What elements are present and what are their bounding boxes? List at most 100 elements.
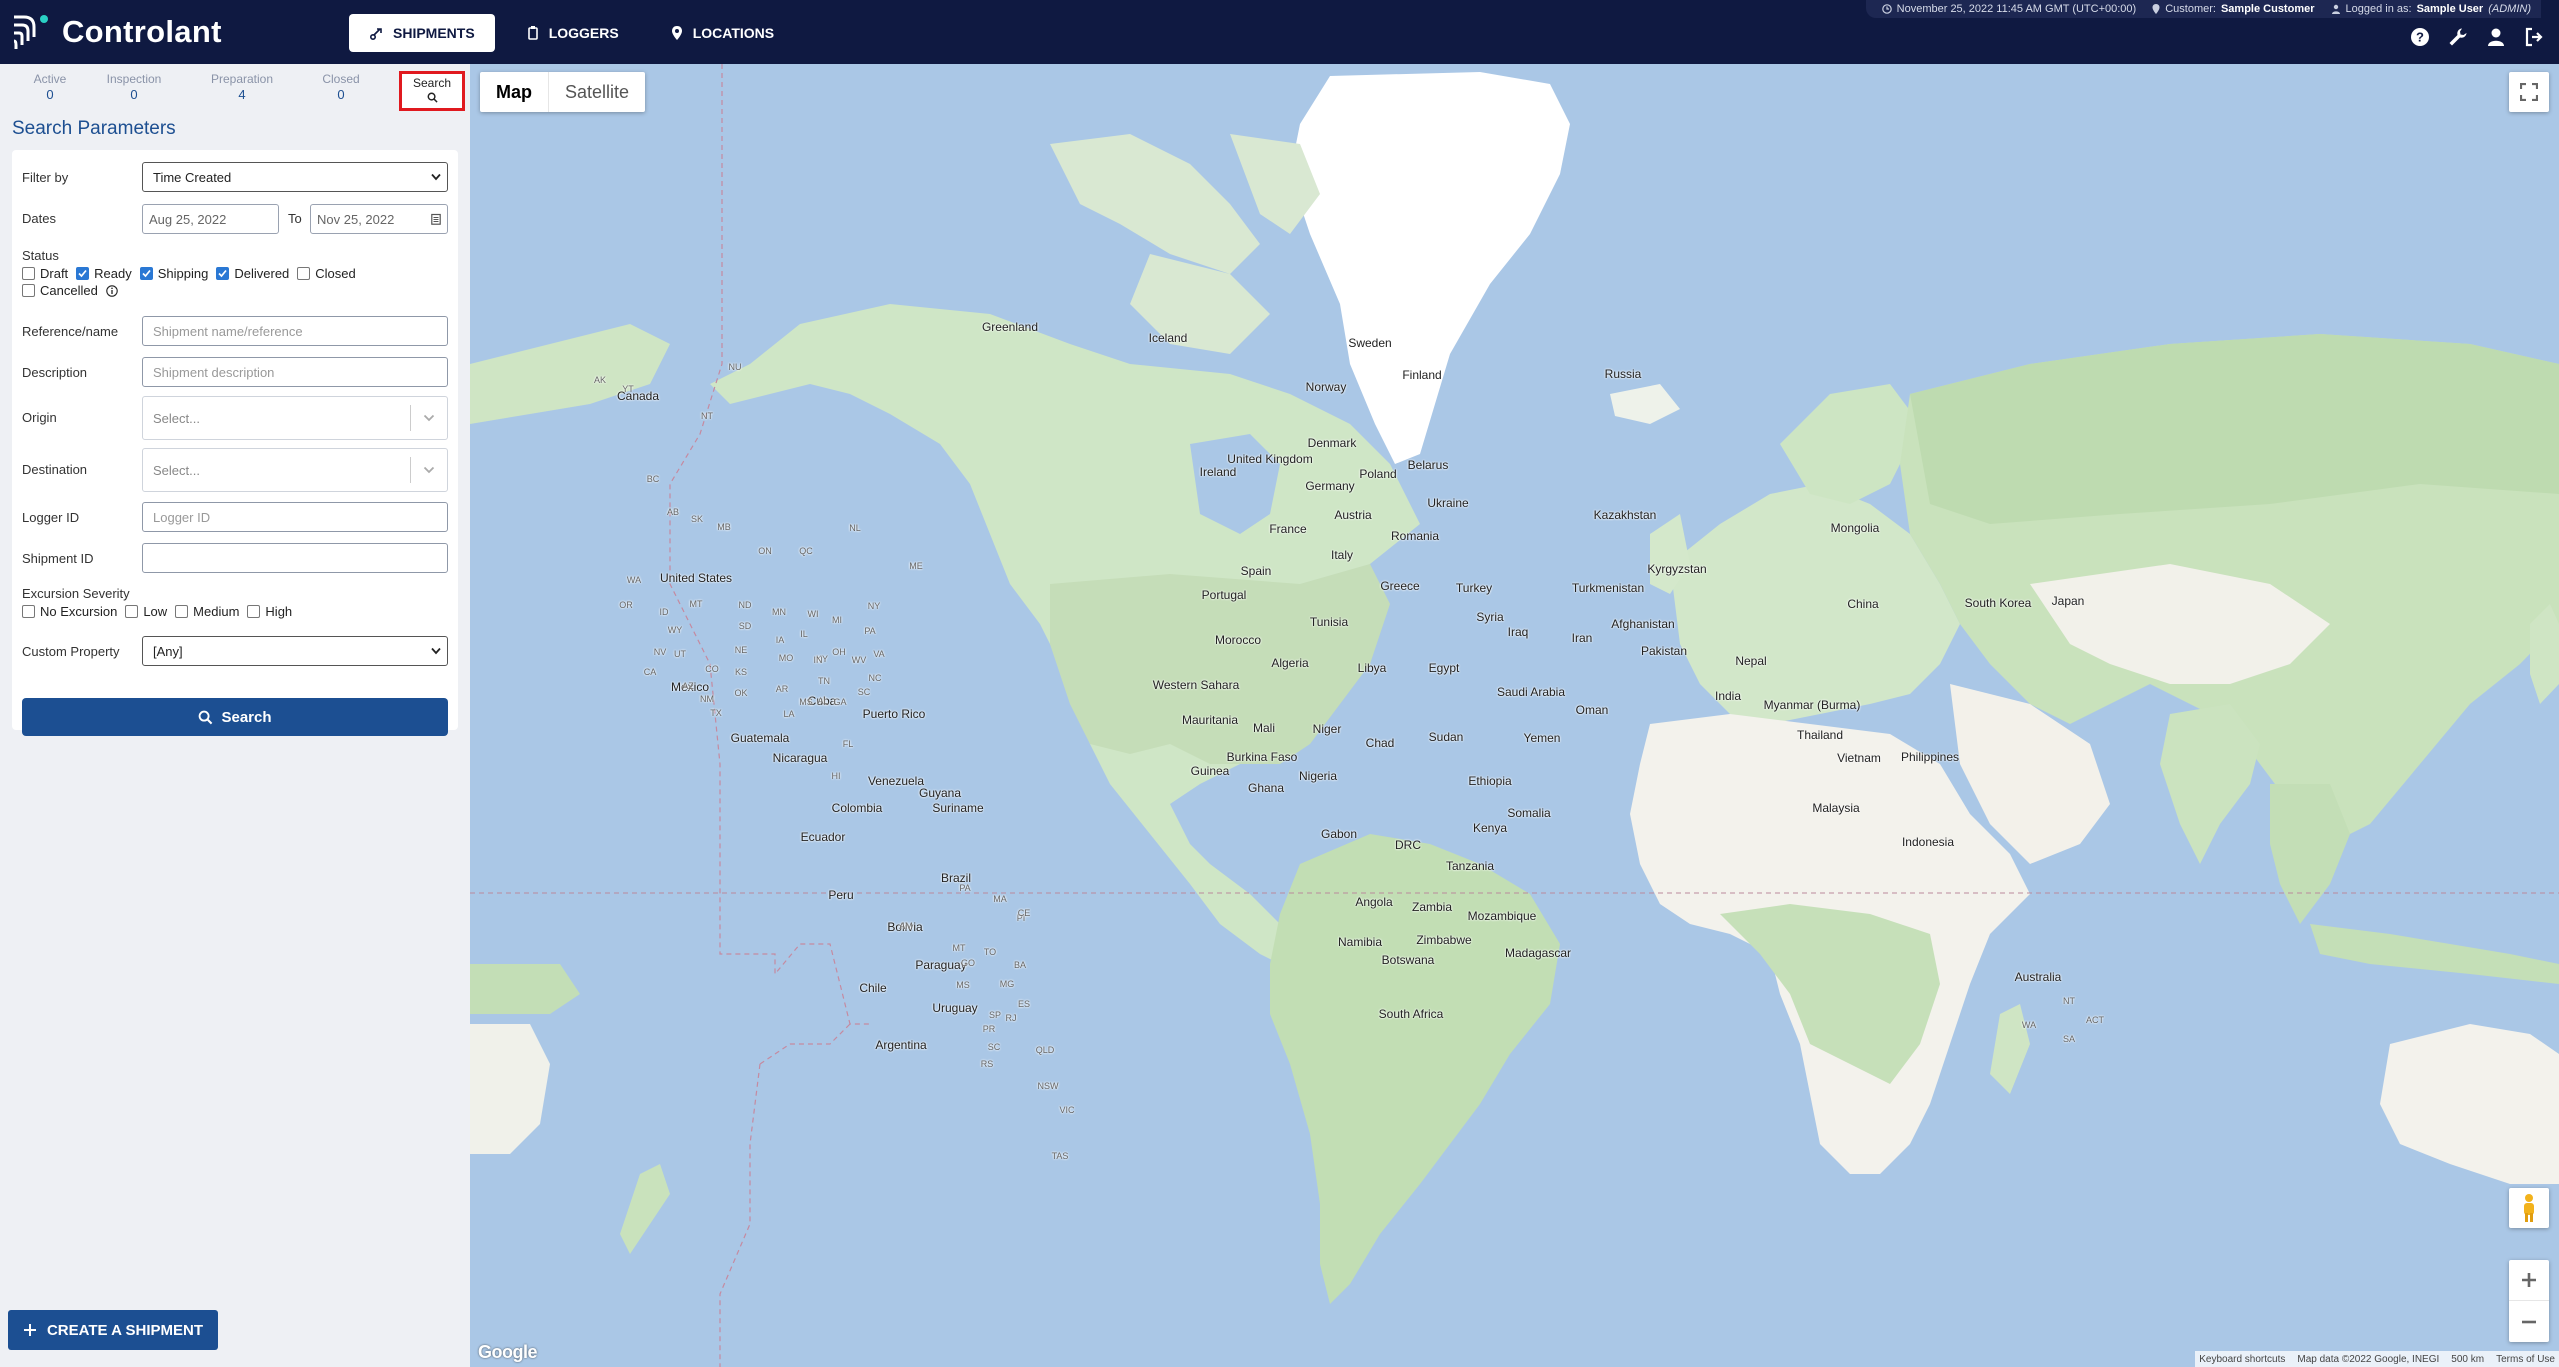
profile-button[interactable] <box>2485 26 2507 48</box>
map-country-label: Suriname <box>932 801 984 815</box>
destination-label: Destination <box>22 462 88 477</box>
map-country-label: Greenland <box>981 320 1039 334</box>
tab-preparation-count[interactable]: Preparation 4 <box>202 72 282 102</box>
excursion-medium-checkbox[interactable] <box>175 605 189 618</box>
tab-locations[interactable]: LOCATIONS <box>649 14 794 52</box>
map-region-label: NC <box>868 673 882 683</box>
tab-search[interactable]: Search <box>399 71 465 111</box>
map-country-label: Paraguay <box>915 958 967 972</box>
google-logo[interactable]: Google <box>478 1342 538 1363</box>
status-draft-checkbox[interactable] <box>22 267 35 280</box>
map-region-label: MO <box>778 653 794 663</box>
map-region-label: HI <box>831 771 841 781</box>
chevron-down-icon <box>431 173 441 181</box>
status-cancelled-checkbox[interactable] <box>22 284 35 297</box>
iceland <box>1610 384 1680 424</box>
map-country-label: Kenya <box>1472 821 1508 835</box>
map-scale[interactable]: 500 km <box>2451 1354 2484 1365</box>
filter-by-select[interactable]: Time Created <box>142 162 448 192</box>
excursion-none-checkbox[interactable] <box>22 605 35 618</box>
map-country-label: Greece <box>1380 579 1420 593</box>
date-from-input[interactable]: Aug 25, 2022 <box>142 204 279 234</box>
status-ready-checkbox[interactable] <box>76 267 90 280</box>
status-option-label: Ready <box>94 266 132 281</box>
fullscreen-icon <box>2520 83 2538 101</box>
map-region-label: OH <box>832 647 846 657</box>
map-region-label: SK <box>690 514 704 524</box>
map-country-label: Turkey <box>1455 581 1493 595</box>
arctic-islands <box>1050 134 1320 354</box>
destination-dropdown-toggle[interactable] <box>411 466 447 474</box>
info-icon[interactable] <box>106 284 118 297</box>
tab-inspection-count[interactable]: Inspection 0 <box>94 72 174 102</box>
map-country-label: South Africa <box>1378 1007 1444 1021</box>
map-region-label: QC <box>799 546 813 556</box>
street-view-pegman-button[interactable] <box>2509 1188 2549 1228</box>
tab-loggers[interactable]: LOGGERS <box>505 14 639 52</box>
map-region-label: NY <box>867 601 881 611</box>
map-region-label: BA <box>1013 960 1027 970</box>
logout-button[interactable] <box>2523 26 2545 48</box>
shipment-id-input[interactable] <box>142 543 448 573</box>
map-region-label: TX <box>710 708 722 718</box>
count-value: 0 <box>130 87 138 102</box>
date-line-south <box>719 1023 851 1367</box>
terms-of-use-link[interactable]: Terms of Use <box>2496 1354 2555 1365</box>
zoom-out-button[interactable] <box>2509 1301 2549 1342</box>
status-delivered-checkbox[interactable] <box>216 267 230 280</box>
help-button[interactable]: ? <box>2409 26 2431 48</box>
status-closed-checkbox[interactable] <box>297 267 311 280</box>
settings-button[interactable] <box>2447 26 2469 48</box>
logger-id-input[interactable]: Logger ID <box>142 502 448 532</box>
customer-status: Customer: Sample Customer <box>2152 3 2315 15</box>
shipments-map[interactable]: Greenland Iceland Canada United States Mexic… <box>470 64 2559 1367</box>
map-country-label: Ireland <box>1199 465 1237 479</box>
map-country-label: Chad <box>1365 736 1395 750</box>
chevron-down-icon <box>423 466 435 474</box>
description-input[interactable]: Shipment description <box>142 357 448 387</box>
tab-shipments[interactable]: SHIPMENTS <box>349 14 495 52</box>
map-region-label: ID <box>659 607 669 617</box>
map-pin-icon <box>671 26 682 40</box>
keyboard-shortcuts-link[interactable]: Keyboard shortcuts <box>2199 1354 2285 1365</box>
reference-input[interactable]: Shipment name/reference <box>142 316 448 346</box>
map-country-label: Turkmenistan <box>1571 581 1645 595</box>
shipments-icon <box>369 28 382 41</box>
map-type-map-button[interactable]: Map <box>480 72 549 112</box>
map-country-label: Libya <box>1357 661 1387 675</box>
map-country-label: Kazakhstan <box>1593 508 1657 522</box>
date-to-input[interactable]: Nov 25, 2022 <box>310 204 448 234</box>
origin-select[interactable]: Select... <box>142 396 448 440</box>
help-icon: ? <box>2411 28 2429 46</box>
count-label: Inspection <box>106 72 162 86</box>
zoom-in-button[interactable] <box>2509 1260 2549 1301</box>
calendar-icon[interactable] <box>431 213 441 225</box>
brand[interactable]: Controlant <box>10 8 222 56</box>
count-label: Preparation <box>210 72 274 86</box>
fullscreen-button[interactable] <box>2509 72 2549 112</box>
map-region-label: ON <box>758 546 772 556</box>
create-shipment-button[interactable]: CREATE A SHIPMENT <box>8 1310 218 1350</box>
destination-select[interactable]: Select... <box>142 448 448 492</box>
custom-property-select[interactable]: [Any] <box>142 636 448 666</box>
map-region-label: PA <box>864 626 876 636</box>
map-country-label: Thailand <box>1796 728 1844 742</box>
count-value: 4 <box>238 87 246 102</box>
filter-by-value: Time Created <box>153 169 232 185</box>
status-shipping-checkbox[interactable] <box>139 267 153 280</box>
origin-dropdown-toggle[interactable] <box>411 414 447 422</box>
map-country-label: Argentina <box>875 1038 927 1052</box>
new-zealand <box>620 1164 670 1254</box>
excursion-high-checkbox[interactable] <box>247 605 261 618</box>
map-country-label: Zimbabwe <box>1416 933 1472 947</box>
create-shipment-label: CREATE A SHIPMENT <box>46 1321 204 1339</box>
tab-active-count[interactable]: Active 0 <box>10 72 90 102</box>
map-type-satellite-button[interactable]: Satellite <box>549 72 645 112</box>
map-country-label: Ghana <box>1247 781 1285 795</box>
tab-closed-count[interactable]: Closed 0 <box>301 72 381 102</box>
search-button[interactable]: Search <box>22 698 448 736</box>
map-country-label: Philippines <box>1900 750 1960 764</box>
excursion-low-checkbox[interactable] <box>125 605 139 618</box>
map-region-label: NE <box>734 645 748 655</box>
map-country-label: Vietnam <box>1837 751 1881 765</box>
